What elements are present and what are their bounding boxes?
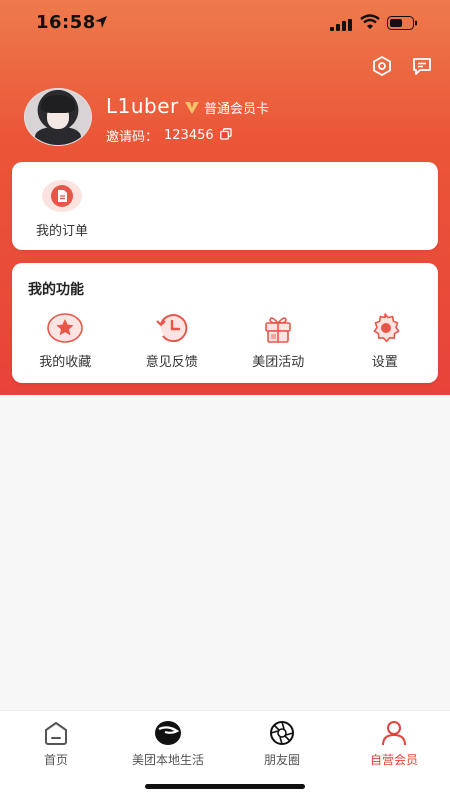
tab-local-life-label: 美团本地生活 — [131, 753, 204, 767]
tab-home-label: 首页 — [43, 753, 68, 767]
avatar-body — [35, 127, 81, 145]
tab-member-label: 自营会员 — [369, 753, 418, 767]
scan-icon[interactable] — [370, 54, 394, 78]
wifi-icon — [360, 14, 380, 33]
username: L1uber — [106, 94, 179, 118]
tab-moments-label: 朋友圈 — [263, 753, 300, 767]
avatar[interactable] — [24, 88, 92, 146]
my-orders-label: 我的订单 — [35, 224, 88, 239]
activities-button[interactable]: 美团活动 — [225, 311, 332, 370]
member-icon — [338, 719, 450, 747]
my-orders-button[interactable]: 我的订单 — [32, 180, 92, 239]
header-actions — [370, 54, 434, 78]
settings-icon — [365, 311, 405, 345]
message-icon[interactable] — [410, 54, 434, 78]
local-life-icon — [112, 719, 224, 747]
battery-icon — [387, 15, 417, 34]
tab-member[interactable]: 自营会员 — [338, 719, 450, 768]
invite-code: 123456 — [164, 128, 214, 143]
status-bar: 16:58 — [0, 0, 450, 46]
favorites-label: 我的收藏 — [39, 355, 92, 370]
home-indicator[interactable] — [145, 784, 305, 789]
order-icon — [42, 180, 82, 212]
invite-code-row: 邀请码： 123456 — [106, 126, 232, 145]
functions-title: 我的功能 — [28, 282, 84, 298]
feedback-button[interactable]: 意见反馈 — [119, 311, 226, 370]
location-arrow-icon — [94, 14, 108, 33]
moments-icon — [226, 719, 338, 747]
settings-label: 设置 — [371, 355, 398, 370]
vip-v-icon — [185, 101, 199, 114]
gift-icon — [258, 311, 298, 345]
cellular-signal-icon — [330, 16, 352, 35]
tab-local-life[interactable]: 美团本地生活 — [112, 719, 224, 768]
activities-label: 美团活动 — [252, 355, 305, 370]
avatar-hair — [41, 95, 75, 113]
status-time: 16:58 — [36, 12, 96, 33]
invite-label: 邀请码： — [106, 130, 159, 145]
feedback-label: 意见反馈 — [145, 355, 198, 370]
tab-home[interactable]: 首页 — [0, 719, 112, 768]
functions-card: 我的功能 我的收藏 意见反馈 美团活动 设置 — [12, 263, 438, 383]
favorites-icon — [45, 311, 85, 345]
favorites-button[interactable]: 我的收藏 — [12, 311, 119, 370]
feedback-icon — [152, 311, 192, 345]
orders-card: 我的订单 — [12, 162, 438, 250]
home-icon — [0, 719, 112, 747]
tab-moments[interactable]: 朋友圈 — [226, 719, 338, 768]
member-badge[interactable]: 普通会员卡 — [184, 98, 269, 117]
copy-icon[interactable] — [219, 127, 232, 144]
settings-button[interactable]: 设置 — [332, 311, 439, 370]
member-badge-label: 普通会员卡 — [204, 102, 270, 117]
functions-grid: 我的收藏 意见反馈 美团活动 设置 — [12, 311, 438, 370]
